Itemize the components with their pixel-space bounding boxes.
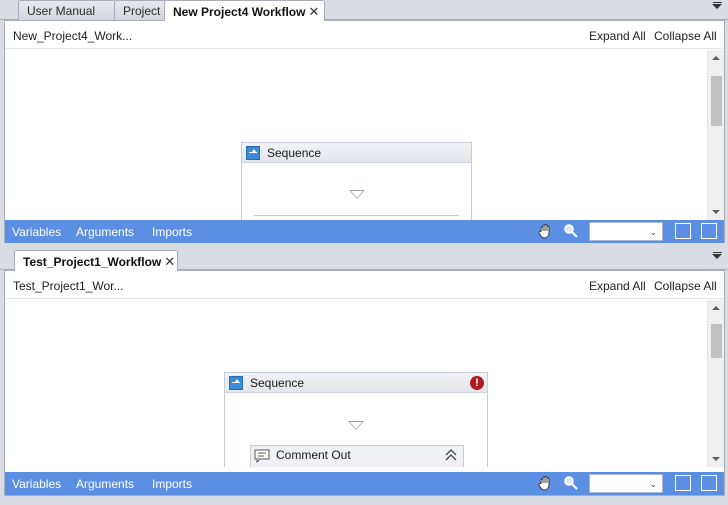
comment-out-activity[interactable]: Comment Out: [250, 445, 464, 467]
tab-project[interactable]: Project: [114, 0, 168, 20]
imports-tab[interactable]: Imports: [152, 225, 192, 239]
drop-target-triangle-icon[interactable]: [349, 190, 365, 199]
sequence-header[interactable]: Sequence: [242, 143, 471, 163]
breadcrumb[interactable]: Test_Project1_Wor...: [13, 279, 124, 293]
close-icon[interactable]: ✕: [164, 254, 175, 269]
hand-icon[interactable]: [537, 223, 553, 239]
sequence-icon: [246, 146, 260, 160]
expand-all-button[interactable]: Expand All: [589, 279, 646, 293]
designer-footer: Variables Arguments Imports ⌄: [5, 220, 724, 243]
scroll-up-icon[interactable]: [712, 56, 720, 60]
fit-to-screen-icon[interactable]: [675, 223, 691, 239]
tab-new-project4-workflow[interactable]: New Project4 Workflow ✕: [164, 0, 325, 21]
comment-icon: [254, 449, 270, 463]
comment-out-title: Comment Out: [276, 448, 351, 462]
top-designer-panel: New_Project4_Work... Expand All Collapse…: [4, 20, 725, 243]
variables-tab[interactable]: Variables: [12, 225, 61, 239]
collapse-all-button[interactable]: Collapse All: [654, 29, 717, 43]
breadcrumb[interactable]: New_Project4_Work...: [13, 29, 132, 43]
tab-label: User Manual: [27, 4, 96, 18]
magnifier-icon[interactable]: [563, 475, 579, 491]
vertical-scrollbar[interactable]: [707, 300, 724, 467]
chevron-down-icon[interactable]: ⌄: [649, 479, 657, 490]
tab-label: Project: [123, 4, 161, 18]
bottom-document-pane: Test_Project1_Workflow ✕ Test_Project1_Wo…: [0, 250, 728, 500]
sequence-icon: [229, 376, 243, 390]
sequence-title: Sequence: [267, 146, 322, 160]
chevron-down-icon[interactable]: ⌄: [649, 227, 657, 238]
scrollbar-thumb[interactable]: [711, 324, 722, 358]
scroll-up-icon[interactable]: [712, 306, 720, 310]
magnifier-icon[interactable]: [563, 223, 579, 239]
close-icon[interactable]: ✕: [308, 4, 319, 19]
tab-label: Test_Project1_Workflow: [23, 255, 162, 269]
arguments-tab[interactable]: Arguments: [76, 225, 134, 239]
drop-target-triangle-icon[interactable]: [348, 421, 364, 430]
sequence-header[interactable]: Sequence !: [225, 373, 487, 393]
zoom-combobox[interactable]: ⌄: [589, 474, 663, 493]
arguments-tab[interactable]: Arguments: [76, 477, 134, 491]
designer-canvas[interactable]: Sequence: [5, 50, 707, 220]
overview-icon[interactable]: [701, 475, 717, 491]
hand-icon[interactable]: [537, 475, 553, 491]
bottom-designer-panel: Test_Project1_Wor... Expand All Collapse…: [4, 270, 725, 496]
tab-list-menu-icon[interactable]: [712, 252, 722, 259]
sequence-activity[interactable]: Sequence: [241, 142, 472, 220]
variables-tab[interactable]: Variables: [12, 477, 61, 491]
tab-user-manual[interactable]: User Manual: [18, 0, 116, 20]
tab-label: New Project4 Workflow: [173, 5, 306, 19]
imports-tab[interactable]: Imports: [152, 477, 192, 491]
tab-test-project1-workflow[interactable]: Test_Project1_Workflow ✕: [14, 250, 178, 271]
scroll-down-icon[interactable]: [712, 457, 720, 461]
error-icon[interactable]: !: [470, 376, 484, 390]
top-tabstrip: User Manual Project New Project4 Workflo…: [0, 0, 728, 21]
scrollbar-thumb[interactable]: [711, 76, 722, 126]
overview-icon[interactable]: [701, 223, 717, 239]
scroll-down-icon[interactable]: [712, 210, 720, 214]
designer-header: New_Project4_Work... Expand All Collapse…: [5, 21, 724, 49]
chevron-double-up-icon[interactable]: [445, 449, 457, 461]
divider: [254, 215, 459, 216]
collapse-all-button[interactable]: Collapse All: [654, 279, 717, 293]
fit-to-screen-icon[interactable]: [675, 475, 691, 491]
zoom-combobox[interactable]: ⌄: [589, 222, 663, 241]
bottom-tabstrip: Test_Project1_Workflow ✕: [0, 250, 728, 271]
tab-list-menu-icon[interactable]: [712, 2, 722, 9]
designer-footer: Variables Arguments Imports ⌄: [5, 472, 724, 495]
top-document-pane: User Manual Project New Project4 Workflo…: [0, 0, 728, 246]
designer-canvas[interactable]: Sequence ! Comment Out: [5, 300, 707, 467]
sequence-title: Sequence: [250, 376, 305, 390]
vertical-scrollbar[interactable]: [707, 50, 724, 220]
designer-header: Test_Project1_Wor... Expand All Collapse…: [5, 271, 724, 299]
sequence-activity[interactable]: Sequence ! Comment Out: [224, 372, 488, 467]
expand-all-button[interactable]: Expand All: [589, 29, 646, 43]
